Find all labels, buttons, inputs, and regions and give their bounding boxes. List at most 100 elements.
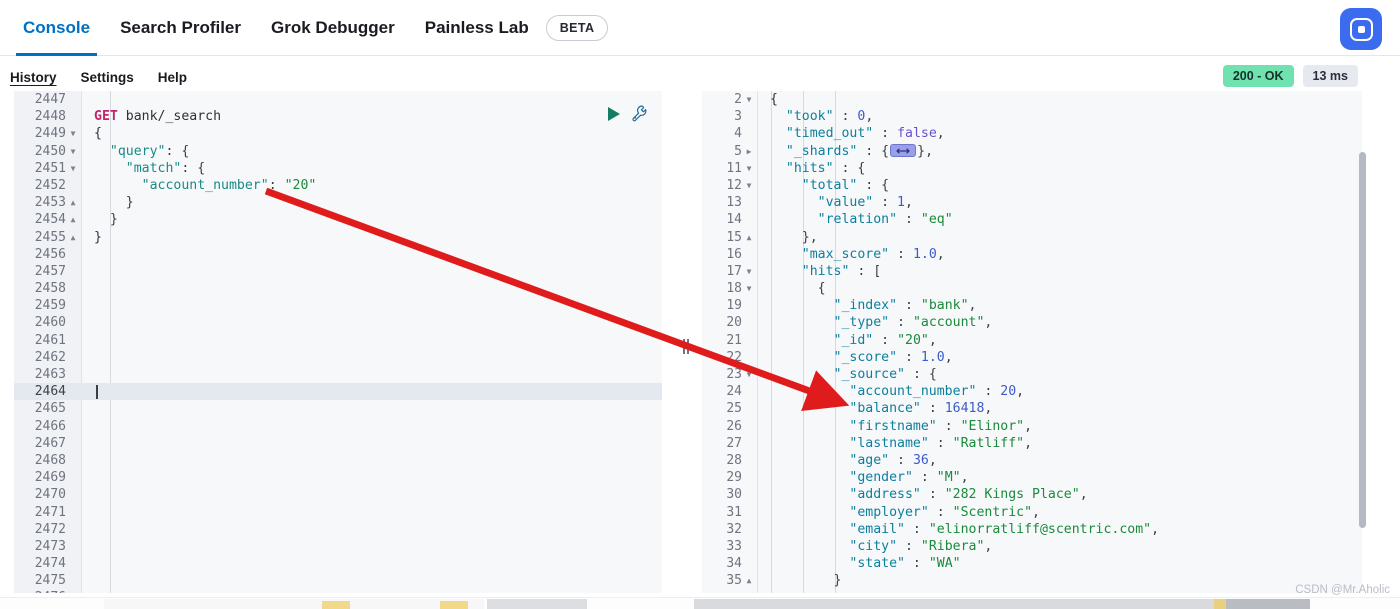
submenu-item-settings[interactable]: Settings xyxy=(81,68,134,87)
submenu-item-history[interactable]: History xyxy=(10,68,57,87)
code-line[interactable]: 2473 xyxy=(14,538,662,555)
code-line[interactable]: 2452 "account_number": "20" xyxy=(14,177,662,194)
code-line[interactable]: 21 "_id" : "20", xyxy=(702,332,1362,349)
code-line[interactable]: 2451 ▼ "match": { xyxy=(14,160,662,177)
response-pane[interactable]: 2 ▼{3 "took" : 0, 4 "timed_out" : false, 5 ▶… xyxy=(702,91,1362,593)
code-line[interactable]: 2472 xyxy=(14,521,662,538)
wrench-icon[interactable] xyxy=(631,105,648,122)
code-line[interactable]: 2457 xyxy=(14,263,662,280)
code-line[interactable]: 29 "gender" : "M", xyxy=(702,469,1362,486)
code-line[interactable]: 2462 xyxy=(14,349,662,366)
code-line[interactable]: 2459 xyxy=(14,297,662,314)
code-line[interactable]: 28 "age" : 36, xyxy=(702,452,1362,469)
code-line[interactable]: 27 "lastname" : "Ratliff", xyxy=(702,435,1362,452)
code-line[interactable]: 2468 xyxy=(14,452,662,469)
code-line[interactable]: 13 "value" : 1, xyxy=(702,194,1362,211)
code-text: "state" : "WA" xyxy=(756,555,1362,572)
code-line[interactable]: 18 ▼ { xyxy=(702,280,1362,297)
fold-caret-up-icon[interactable]: ▲ xyxy=(66,211,80,228)
fold-caret-down-icon[interactable]: ▼ xyxy=(742,366,756,383)
code-line[interactable]: 2470 xyxy=(14,486,662,503)
code-line[interactable]: 11 ▼ "hits" : { xyxy=(702,160,1362,177)
code-line[interactable]: 5 ▶ "_shards" : {}, xyxy=(702,143,1362,160)
code-line[interactable]: 22 "_score" : 1.0, xyxy=(702,349,1362,366)
request-code[interactable]: 2447 2448 GET bank/_search 2449 ▼{2450 ▼ "que… xyxy=(14,91,662,593)
fold-caret-up-icon[interactable]: ▲ xyxy=(66,229,80,246)
code-line[interactable]: 20 "_type" : "account", xyxy=(702,314,1362,331)
code-line[interactable]: 17 ▼ "hits" : [ xyxy=(702,263,1362,280)
beta-pill[interactable]: BETA xyxy=(545,15,609,41)
code-line[interactable]: 26 "firstname" : "Elinor", xyxy=(702,418,1362,435)
fold-caret-right-icon[interactable]: ▶ xyxy=(742,143,756,160)
token: : xyxy=(928,504,953,520)
submenu-item-help[interactable]: Help xyxy=(158,68,187,87)
code-line[interactable]: 15 ▲ }, xyxy=(702,229,1362,246)
code-line[interactable]: 34 "state" : "WA" xyxy=(702,555,1362,572)
token: : xyxy=(920,401,945,417)
collapsed-region-chip[interactable] xyxy=(890,144,917,158)
fold-caret-up-icon[interactable]: ▲ xyxy=(742,229,756,246)
code-line[interactable]: 2458 xyxy=(14,280,662,297)
code-line[interactable]: 2454 ▲ } xyxy=(14,211,662,228)
code-line[interactable]: 2467 xyxy=(14,435,662,452)
fold-caret-up-icon[interactable]: ▲ xyxy=(742,572,756,589)
code-line[interactable]: 2474 xyxy=(14,555,662,572)
code-line[interactable]: 24 "account_number" : 20, xyxy=(702,383,1362,400)
fold-caret-up-icon[interactable]: ▲ xyxy=(66,194,80,211)
code-line[interactable]: 2453 ▲ } xyxy=(14,194,662,211)
code-line[interactable]: 2460 xyxy=(14,314,662,331)
code-line[interactable]: 2476 xyxy=(14,589,662,593)
request-pane[interactable]: 2447 2448 GET bank/_search 2449 ▼{2450 ▼ "que… xyxy=(14,91,662,593)
code-line[interactable]: 2447 xyxy=(14,91,662,108)
fold-caret-down-icon[interactable]: ▼ xyxy=(66,143,80,160)
code-line[interactable]: 16 "max_score" : 1.0, xyxy=(702,246,1362,263)
code-text: } xyxy=(756,572,1362,589)
fold-caret-down-icon[interactable]: ▼ xyxy=(66,160,80,177)
code-line[interactable]: 2449 ▼ { xyxy=(14,125,662,142)
code-line[interactable]: 12 ▼ "total" : { xyxy=(702,177,1362,194)
strip-seg xyxy=(104,599,484,609)
code-line[interactable]: 3 "took" : 0, xyxy=(702,108,1362,125)
code-line[interactable]: 2463 xyxy=(14,366,662,383)
code-line[interactable]: 4 "timed_out" : false, xyxy=(702,125,1362,142)
code-line[interactable]: 2465 xyxy=(14,400,662,417)
fold-caret-down-icon[interactable]: ▼ xyxy=(742,91,756,108)
pane-splitter-handle[interactable] xyxy=(680,337,692,355)
code-line[interactable]: 30 "address" : "282 Kings Place", xyxy=(702,486,1362,503)
code-line[interactable]: 14 "relation" : "eq" xyxy=(702,211,1362,228)
fold-caret-down-icon[interactable]: ▼ xyxy=(742,280,756,297)
fold-caret-down-icon[interactable]: ▼ xyxy=(66,125,80,142)
code-line[interactable]: 19 "_index" : "bank", xyxy=(702,297,1362,314)
response-scrollbar-thumb[interactable] xyxy=(1359,152,1366,528)
code-line[interactable]: 23 ▼ "_source" : { xyxy=(702,366,1362,383)
code-line[interactable]: 31 "employer" : "Scentric", xyxy=(702,504,1362,521)
code-line[interactable]: 2475 xyxy=(14,572,662,589)
code-line[interactable]: 2471 xyxy=(14,504,662,521)
tab-console[interactable]: Console xyxy=(8,0,105,56)
fold-caret-down-icon[interactable]: ▼ xyxy=(742,263,756,280)
code-line[interactable]: 33 "city" : "Ribera", xyxy=(702,538,1362,555)
code-line[interactable]: 2 ▼ { xyxy=(702,91,1362,108)
code-line[interactable]: 32 "email" : "elinorratliff@scentric.com… xyxy=(702,521,1362,538)
corner-record-badge[interactable] xyxy=(1340,8,1382,50)
fold-caret-down-icon[interactable]: ▼ xyxy=(742,177,756,194)
line-number: 2462 xyxy=(34,349,66,365)
tab-grok-debugger[interactable]: Grok Debugger xyxy=(256,0,410,56)
code-line[interactable]: 2469 xyxy=(14,469,662,486)
code-line[interactable]: 2450 ▼ "query": { xyxy=(14,143,662,160)
code-line[interactable]: 25 "balance" : 16418, xyxy=(702,400,1362,417)
code-line[interactable]: 2455 ▲} xyxy=(14,229,662,246)
code-line[interactable]: 2464 xyxy=(14,383,662,401)
code-line[interactable]: 2461 xyxy=(14,332,662,349)
code-line[interactable]: 35 ▲ } xyxy=(702,572,1362,589)
fold-caret-down-icon[interactable]: ▼ xyxy=(742,160,756,177)
play-triangle-icon[interactable] xyxy=(607,106,621,122)
code-line[interactable]: 2466 xyxy=(14,418,662,435)
token: "account_number" xyxy=(849,384,977,400)
tab-search-profiler[interactable]: Search Profiler xyxy=(105,0,256,56)
response-code[interactable]: 2 ▼{3 "took" : 0, 4 "timed_out" : false, 5 ▶… xyxy=(702,91,1362,593)
code-line[interactable]: 2448 GET bank/_search xyxy=(14,108,662,125)
tab-painless-lab[interactable]: Painless Lab xyxy=(410,0,544,56)
code-line[interactable]: 2456 xyxy=(14,246,662,263)
